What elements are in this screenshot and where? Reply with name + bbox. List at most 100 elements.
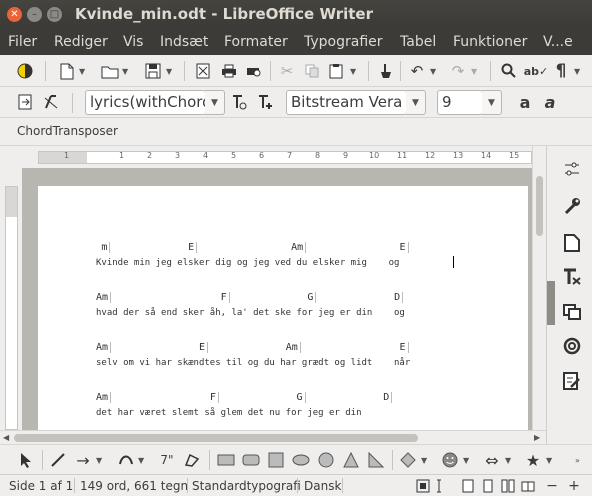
undo-dropdown-icon[interactable]: ▼ [430,67,436,76]
horizontal-ruler[interactable]: 1 1 2 3 4 5 6 7 8 9 10 11 12 13 14 15 [0,146,532,168]
line-icon[interactable] [48,450,68,470]
circle-icon[interactable] [316,450,336,470]
single-page-view-icon[interactable] [480,478,496,494]
menu-formater[interactable]: Formater [224,34,288,50]
open-icon[interactable] [100,61,120,81]
clear-formatting-icon[interactable] [42,92,60,112]
page-count[interactable]: Side 1 af 1 [9,479,73,493]
export-pdf-icon[interactable] [194,61,212,81]
curve-dropdown-icon[interactable]: ▼ [138,456,144,465]
curve-icon[interactable] [116,450,136,470]
clone-formatting-icon[interactable] [377,61,395,81]
chord-symbol[interactable]: m [101,242,111,253]
chord-transposer-label[interactable]: ChordTransposer [17,124,118,138]
spellcheck-icon[interactable]: ab✓ [524,61,549,81]
vertical-ruler[interactable] [0,168,22,430]
fontwork-icon[interactable]: 7" [157,450,177,470]
font-name-dropdown-icon[interactable]: ▼ [406,90,426,115]
new-dropdown-icon[interactable]: ▼ [79,67,85,76]
selection-mode-icon[interactable] [435,478,451,494]
paste-icon[interactable] [327,61,345,81]
chord-symbol[interactable]: Am [286,342,301,353]
select-icon[interactable] [16,450,36,470]
paragraph-style-combo[interactable]: lyrics(withChord [85,90,206,115]
stars-dropdown-icon[interactable]: ▼ [546,456,552,465]
stars-icon[interactable]: ★ [523,450,543,470]
arrow-line-icon[interactable]: → [73,450,93,470]
menu-funktioner[interactable]: Funktioner [453,34,527,50]
chord-symbol[interactable]: F [221,292,230,303]
cut-icon[interactable]: ✂ [278,61,296,81]
triangle-icon[interactable] [341,450,361,470]
rounded-rectangle-icon[interactable] [241,450,261,470]
menu-tabel[interactable]: Tabel [400,34,436,50]
symbol-shapes-dropdown-icon[interactable]: ▼ [463,456,469,465]
lyric-line[interactable]: selv om vi har skændtes til og du har gr… [96,358,410,368]
sidebar-collapse-handle[interactable] [547,281,555,325]
scroll-left-icon[interactable]: ◀ [3,433,9,442]
vertical-scrollbar[interactable] [532,146,546,430]
save-icon[interactable] [143,61,163,81]
undo-icon[interactable]: ↶ [408,61,426,81]
gallery-icon[interactable] [561,266,583,288]
redo-icon[interactable]: ↷ [449,61,467,81]
basic-shapes-icon[interactable] [398,450,418,470]
lyric-line[interactable]: det har været slemt så glem det nu for j… [96,408,362,418]
close-window-button[interactable]: ✕ [7,7,22,22]
open-dropdown-icon[interactable]: ▼ [122,67,128,76]
navigator-icon[interactable] [16,92,34,112]
font-name-combo[interactable]: Bitstream Vera S [286,90,407,115]
horizontal-scroll-thumb[interactable] [14,434,418,442]
block-arrows-dropdown-icon[interactable]: ▼ [505,456,511,465]
menu-rediger[interactable]: Rediger [54,34,108,50]
minimize-window-button[interactable]: – [27,7,42,22]
design-icon[interactable] [561,370,583,392]
font-size-combo[interactable]: 9 [437,90,483,115]
toolbar-overflow-icon[interactable]: » [575,456,580,465]
vertical-scroll-thumb[interactable] [536,176,543,236]
new-style-icon[interactable] [255,92,275,112]
paste-dropdown-icon[interactable]: ▼ [350,67,356,76]
basic-shapes-dropdown-icon[interactable]: ▼ [421,456,427,465]
menu-filer[interactable]: Filer [8,34,37,50]
symbol-shapes-icon[interactable] [440,450,460,470]
document-area[interactable]: m E Am E Kvinde min jeg elsker dig og jeg ve… [22,168,532,430]
chord-symbol[interactable]: E [400,342,409,353]
horizontal-scrollbar[interactable]: ◀ ▶ [0,430,546,444]
menu-vis[interactable]: Vis [123,34,143,50]
language[interactable]: Dansk [304,479,341,493]
new-icon[interactable] [58,61,76,81]
menu-indsaet[interactable]: Indsæt [160,34,208,50]
multi-page-view-icon[interactable] [500,478,516,494]
menu-vinduer[interactable]: V...e [543,34,573,50]
lyric-line[interactable]: hvad der så end sker åh, la' det ske for… [96,308,405,318]
copy-icon[interactable] [303,61,321,81]
maximize-window-button[interactable]: □ [47,7,62,22]
properties-icon[interactable] [561,195,583,217]
insert-mode-icon[interactable] [415,478,431,494]
block-arrows-icon[interactable]: ⇔ [482,450,502,470]
italic-icon[interactable]: a [540,92,560,112]
font-size-dropdown-icon[interactable]: ▼ [482,90,502,115]
formatting-marks-icon[interactable]: ¶ [552,61,570,81]
chord-symbol[interactable]: Am [96,342,112,353]
menu-typografier[interactable]: Typografier [304,34,383,50]
navigator-sidebar-icon[interactable] [561,300,583,322]
page-style[interactable]: Standardtypografi [192,479,301,493]
chord-symbol[interactable]: F [210,392,219,403]
print-preview-icon[interactable] [244,61,264,81]
arrow-dropdown-icon[interactable]: ▼ [96,456,102,465]
manage-changes-icon[interactable] [561,335,583,357]
document-modified-icon[interactable] [460,478,476,494]
ellipse-icon[interactable] [291,450,311,470]
chord-symbol[interactable]: Am [96,292,112,303]
chord-symbol[interactable]: E [188,242,198,253]
redo-dropdown-icon[interactable]: ▼ [471,67,477,76]
print-icon[interactable] [219,61,239,81]
points-icon[interactable] [182,450,202,470]
chord-symbol[interactable]: G [307,292,317,303]
update-style-icon[interactable] [229,92,249,112]
chord-symbol[interactable]: E [199,342,208,353]
chord-symbol[interactable]: D [383,392,393,403]
document-page[interactable]: m E Am E Kvinde min jeg elsker dig og jeg ve… [38,186,528,430]
